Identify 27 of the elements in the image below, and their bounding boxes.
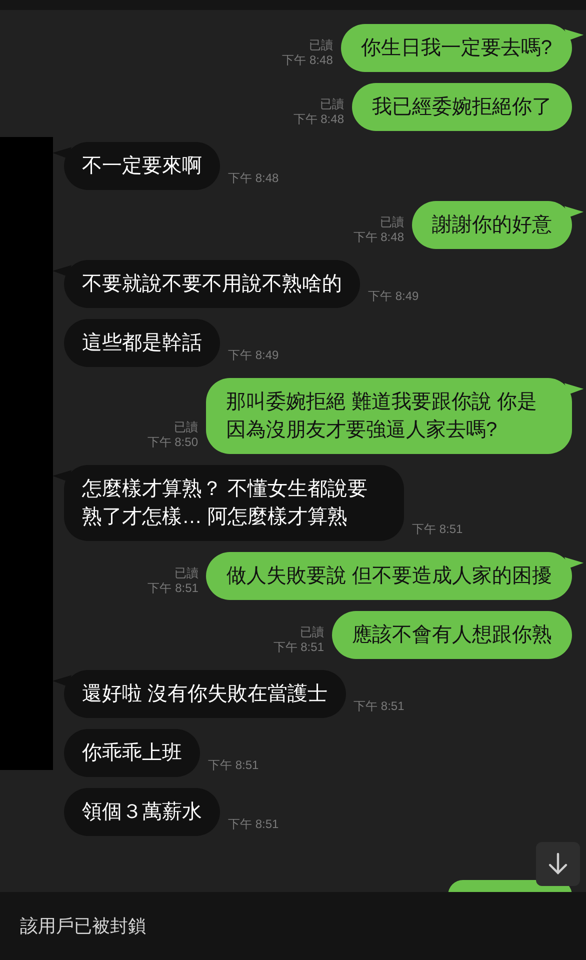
message-time: 下午 8:51 [412, 522, 463, 537]
scroll-down-button[interactable] [536, 842, 580, 886]
message-time: 下午 8:51 [148, 581, 198, 596]
message-time: 下午 8:51 [208, 758, 259, 773]
message-time: 下午 8:48 [293, 112, 344, 127]
read-receipt: 已讀 [320, 97, 344, 112]
message-bubble: 應該不會有人想跟你熟 [332, 611, 572, 659]
message-time: 下午 8:51 [354, 699, 404, 714]
message-bubble: 這些都是幹話 [64, 319, 220, 367]
message-time: 下午 8:49 [368, 289, 419, 304]
read-receipt: 已讀 [174, 566, 198, 581]
message-time: 下午 8:50 [147, 435, 198, 450]
read-receipt: 已讀 [300, 625, 324, 640]
message-bubble: 我已經委婉拒絕你了 [352, 83, 572, 131]
message-time: 下午 8:48 [228, 171, 279, 186]
message-time: 下午 8:51 [273, 640, 324, 655]
message-time: 下午 8:49 [228, 348, 279, 363]
message-bubble: 你乖乖上班 [64, 729, 200, 777]
message-time: 下午 8:48 [353, 230, 404, 245]
down-arrow-icon [547, 852, 569, 876]
message-time: 下午 8:51 [228, 817, 279, 832]
read-receipt: 已讀 [308, 38, 333, 53]
message-bubble: 領個３萬薪水 [64, 788, 220, 836]
read-receipt: 已讀 [174, 420, 198, 435]
message-time: 下午 8:48 [282, 53, 333, 68]
blocked-notice: 該用戶已被封鎖 [20, 914, 146, 938]
read-receipt: 已讀 [380, 215, 404, 230]
